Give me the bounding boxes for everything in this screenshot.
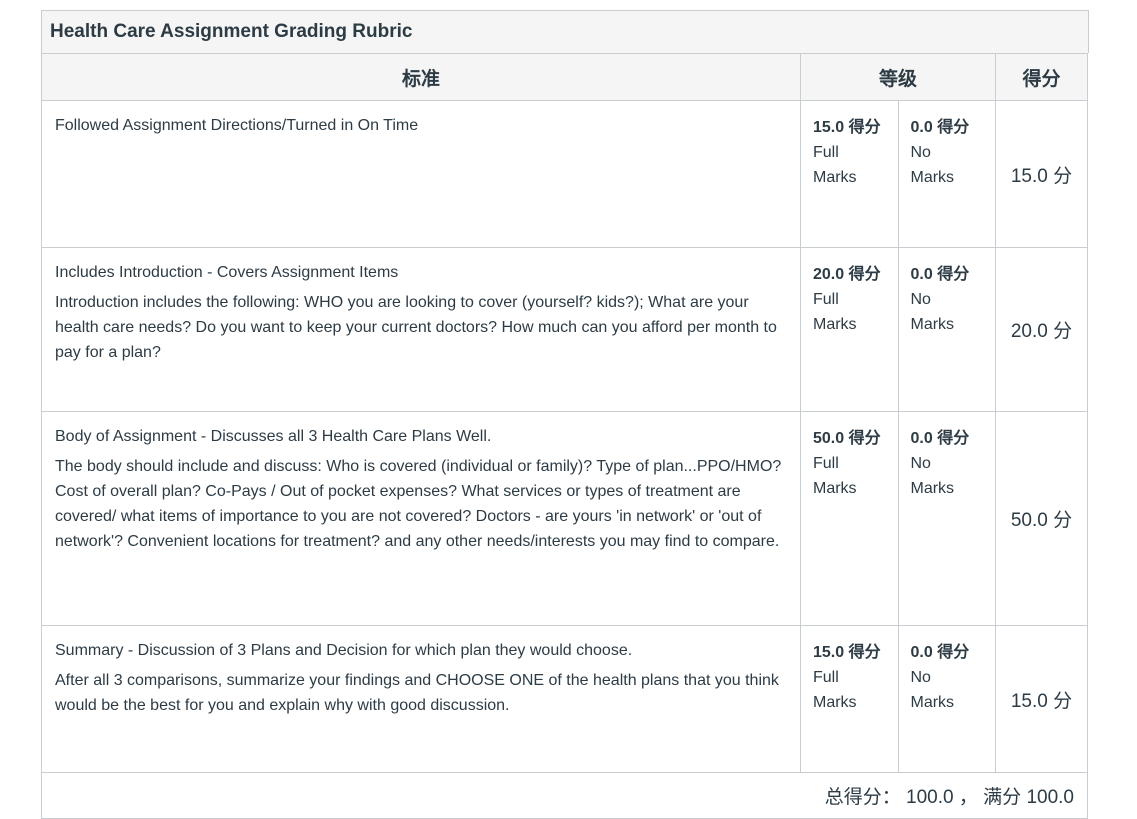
rating-label: Full — [813, 669, 839, 686]
rating-points: 50.0 得分 — [813, 430, 881, 447]
ratings-cell: 50.0 得分 Full Marks 0.0 得分 No Marks — [800, 411, 996, 626]
criterion-cell: Summary - Discussion of 3 Plans and Deci… — [41, 625, 801, 773]
rating-full-marks[interactable]: 15.0 得分 Full Marks — [801, 101, 898, 247]
rating-label: Marks — [813, 480, 857, 497]
rating-label: No — [910, 291, 931, 308]
rating-label: Marks — [813, 316, 857, 333]
rating-label: Full — [813, 455, 839, 472]
rubric-container: Health Care Assignment Grading Rubric 标准… — [41, 10, 1089, 819]
rating-points: 0.0 得分 — [910, 430, 970, 447]
total-value: 100.0 — [906, 787, 954, 808]
rating-no-marks[interactable]: 0.0 得分 No Marks — [897, 248, 996, 411]
rating-label: No — [910, 144, 931, 161]
rubric-table: 标准 等级 得分 Followed Assignment Directions/… — [41, 53, 1088, 819]
criterion-description: Summary - Discussion of 3 Plans and Deci… — [55, 642, 633, 659]
rating-label: No — [910, 669, 931, 686]
rating-no-marks[interactable]: 0.0 得分 No Marks — [897, 101, 996, 247]
rating-full-marks[interactable]: 15.0 得分 Full Marks — [801, 626, 898, 772]
criterion-description: Body of Assignment - Discusses all 3 Hea… — [55, 428, 492, 445]
rating-label: Full — [813, 144, 839, 161]
rating-points: 0.0 得分 — [910, 644, 970, 661]
header-points: 得分 — [995, 53, 1088, 101]
criterion-description: Includes Introduction - Covers Assignmen… — [55, 264, 399, 281]
criterion-score: 20.0 分 — [995, 247, 1088, 412]
ratings-cell: 15.0 得分 Full Marks 0.0 得分 No Marks — [800, 100, 996, 248]
criterion-cell: Followed Assignment Directions/Turned in… — [41, 100, 801, 248]
rating-points: 15.0 得分 — [813, 119, 881, 136]
criterion-score: 15.0 分 — [995, 100, 1088, 248]
criterion-row: Body of Assignment - Discusses all 3 Hea… — [41, 411, 1088, 626]
rating-no-marks[interactable]: 0.0 得分 No Marks — [897, 626, 996, 772]
total-points: 总得分： 100.0 ， 满分 100.0 — [41, 772, 1088, 819]
criterion-score: 50.0 分 — [995, 411, 1088, 626]
rating-no-marks[interactable]: 0.0 得分 No Marks — [897, 412, 996, 625]
rating-label: Marks — [813, 694, 857, 711]
criterion-long-description: The body should include and discuss: Who… — [55, 458, 782, 550]
criterion-cell: Includes Introduction - Covers Assignmen… — [41, 247, 801, 412]
max-label: 满分 — [983, 787, 1022, 808]
criterion-long-description: Introduction includes the following: WHO… — [55, 294, 777, 361]
rating-label: Marks — [910, 316, 955, 333]
rating-points: 20.0 得分 — [813, 266, 881, 283]
total-label: 总得分： — [824, 787, 901, 808]
header-row: 标准 等级 得分 — [41, 53, 1088, 101]
max-value: 100.0 — [1026, 787, 1074, 808]
ratings-cell: 20.0 得分 Full Marks 0.0 得分 No Marks — [800, 247, 996, 412]
rating-label: Marks — [910, 694, 955, 711]
rating-points: 0.0 得分 — [910, 266, 970, 283]
criterion-score: 15.0 分 — [995, 625, 1088, 773]
criterion-description: Followed Assignment Directions/Turned in… — [55, 117, 419, 134]
rating-label: Marks — [813, 169, 857, 186]
criterion-row: Followed Assignment Directions/Turned in… — [41, 100, 1088, 248]
rating-label: Marks — [910, 480, 955, 497]
ratings-cell: 15.0 得分 Full Marks 0.0 得分 No Marks — [800, 625, 996, 773]
total-separator: ， — [958, 787, 978, 808]
criterion-row: Includes Introduction - Covers Assignmen… — [41, 247, 1088, 412]
header-ratings: 等级 — [800, 53, 996, 101]
rating-points: 15.0 得分 — [813, 644, 881, 661]
criterion-cell: Body of Assignment - Discusses all 3 Hea… — [41, 411, 801, 626]
total-row: 总得分： 100.0 ， 满分 100.0 — [41, 772, 1088, 819]
rating-full-marks[interactable]: 50.0 得分 Full Marks — [801, 412, 898, 625]
rating-full-marks[interactable]: 20.0 得分 Full Marks — [801, 248, 898, 411]
rating-label: Marks — [910, 169, 955, 186]
rubric-title: Health Care Assignment Grading Rubric — [41, 10, 1089, 53]
rating-points: 0.0 得分 — [910, 119, 970, 136]
criterion-long-description: After all 3 comparisons, summarize your … — [55, 672, 779, 714]
header-criteria: 标准 — [41, 53, 801, 101]
rating-label: Full — [813, 291, 839, 308]
rating-label: No — [910, 455, 931, 472]
criterion-row: Summary - Discussion of 3 Plans and Deci… — [41, 625, 1088, 773]
